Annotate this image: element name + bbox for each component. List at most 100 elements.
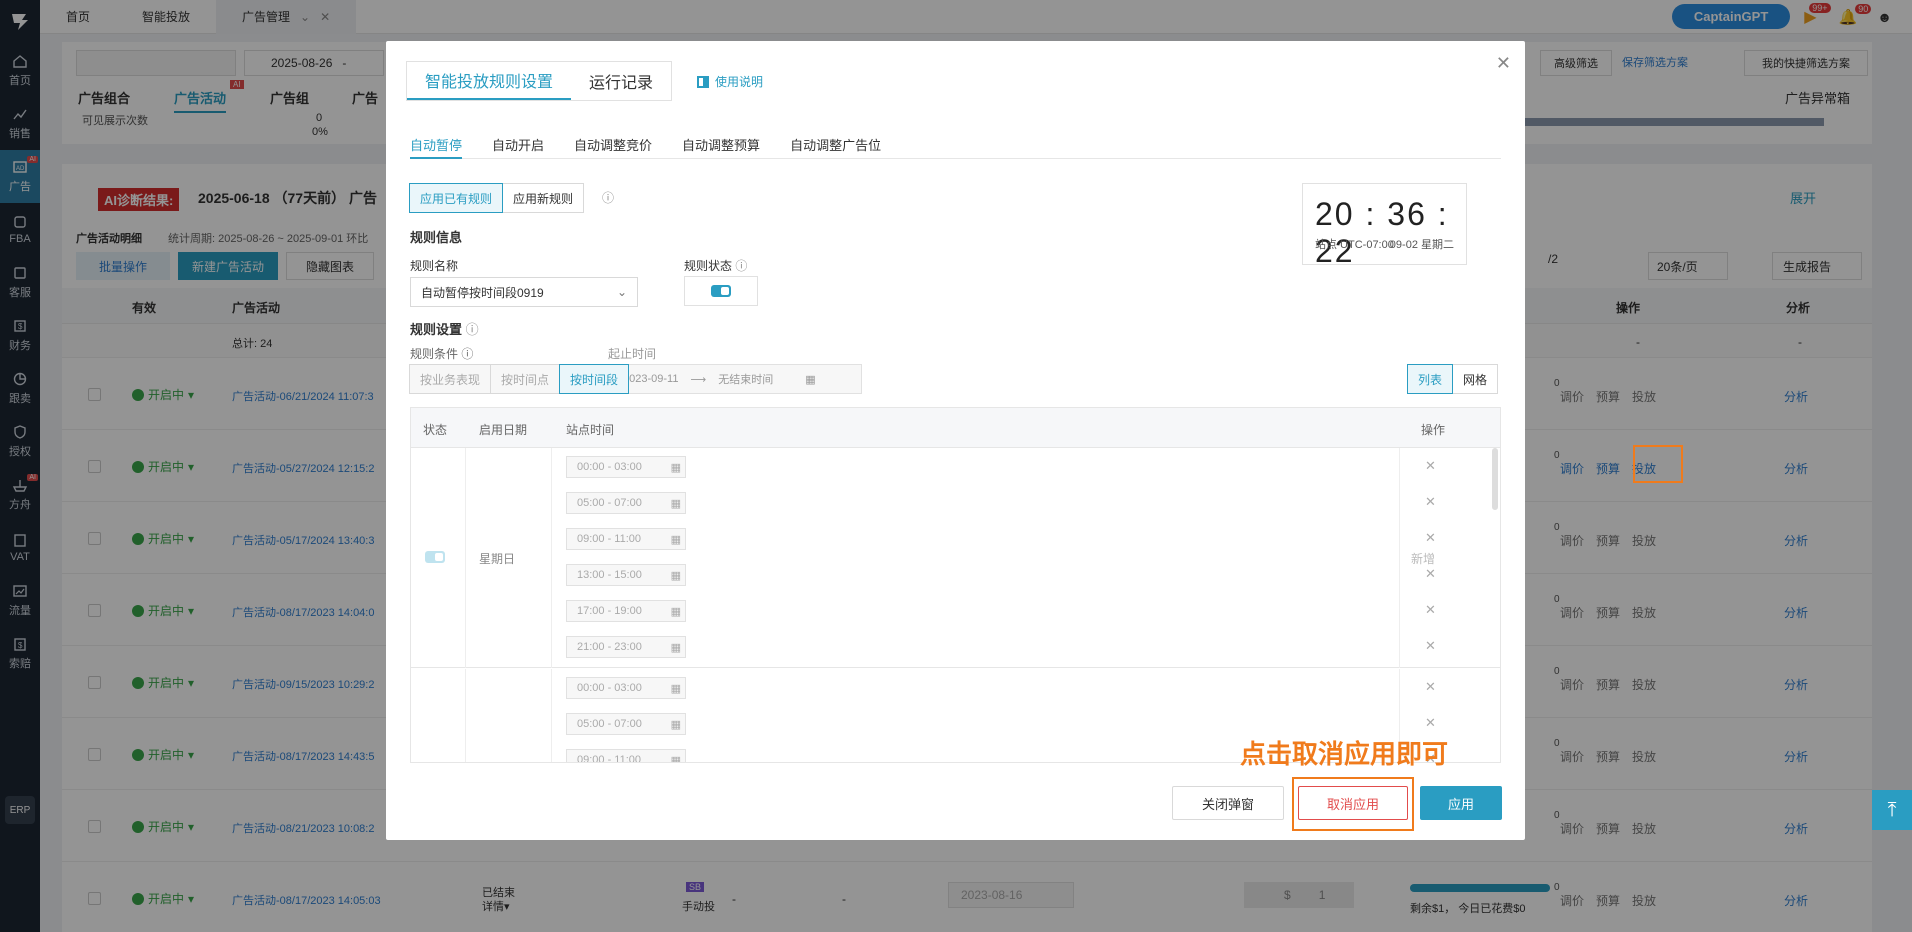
time-slot-field[interactable]: 05:00 - 07:00 ▦ xyxy=(566,713,686,735)
calendar-icon: ▦ xyxy=(670,683,681,695)
range-start: 2023-09-11 xyxy=(623,373,679,385)
calendar-icon: ▦ xyxy=(670,719,681,731)
condition-time-range[interactable]: 按时间段 xyxy=(559,364,630,394)
tab-rule-settings[interactable]: 智能投放规则设置 xyxy=(407,62,572,100)
remove-slot-icon[interactable]: ✕ xyxy=(1425,638,1436,654)
condition-time-point[interactable]: 按时间点 xyxy=(490,364,561,394)
time-slot-value: 09:00 - 11:00 xyxy=(577,754,642,763)
subtab-auto-pause[interactable]: 自动暂停 xyxy=(410,135,463,159)
info-icon[interactable]: ⓘ xyxy=(461,347,473,361)
clock-time: 20 : 36 : 22 xyxy=(1315,196,1449,269)
scrollbar[interactable] xyxy=(1492,448,1498,510)
rule-status-text: 规则状态 xyxy=(684,259,733,273)
apply-existing-rule[interactable]: 应用已有规则 xyxy=(409,183,504,213)
clock-date: 09-02 星期二 xyxy=(1389,239,1454,251)
calendar-icon: ▦ xyxy=(805,373,816,386)
info-icon[interactable]: ⓘ xyxy=(735,259,747,273)
remove-slot-icon[interactable]: ✕ xyxy=(1425,679,1436,695)
remove-slot-icon[interactable]: ✕ xyxy=(1425,530,1436,546)
time-slot-value: 00:00 - 03:00 xyxy=(577,682,642,694)
rule-type-tabs: 自动暂停 自动开启 自动调整竞价 自动调整预算 自动调整广告位 xyxy=(410,135,1501,159)
remove-slot-icon[interactable]: ✕ xyxy=(1425,494,1436,510)
schedule-table-header: 状态 启用日期 站点时间 操作 xyxy=(411,408,1500,448)
time-slot-value: 21:00 - 23:00 xyxy=(577,641,642,653)
rule-status-box xyxy=(684,276,758,306)
instruction-annotation: 点击取消应用即可 xyxy=(1240,739,1449,769)
time-slot-value: 05:00 - 07:00 xyxy=(577,718,642,730)
close-icon[interactable]: ✕ xyxy=(1496,53,1511,74)
time-slot-value: 05:00 - 07:00 xyxy=(577,497,642,509)
book-icon xyxy=(697,75,709,88)
modal-tabs: 智能投放规则设置 运行记录 xyxy=(406,61,673,101)
time-slot-value: 17:00 - 19:00 xyxy=(577,605,642,617)
clock-zone: 站点 UTC-07:00 xyxy=(1315,239,1394,251)
tab-run-log[interactable]: 运行记录 xyxy=(571,62,671,100)
range-end: 无结束时间 xyxy=(718,374,774,386)
time-slot-value: 09:00 - 11:00 xyxy=(577,533,642,545)
remove-slot-icon[interactable]: ✕ xyxy=(1425,715,1436,731)
rule-name-value: 自动暂停按时间段0919 xyxy=(421,285,544,300)
rule-settings-text: 规则设置 xyxy=(410,322,463,337)
time-slot-field[interactable]: 13:00 - 15:00 ▦ xyxy=(566,564,686,586)
section-rule-settings: 规则设置 ⓘ xyxy=(410,319,479,338)
time-slot-value: 13:00 - 15:00 xyxy=(577,569,642,581)
info-icon[interactable]: ⓘ xyxy=(602,189,614,206)
range-label: 起止时间 xyxy=(608,347,657,361)
remove-slot-icon[interactable]: ✕ xyxy=(1425,566,1436,582)
calendar-icon: ▦ xyxy=(670,570,681,582)
condition-toggle: 按业务表现 按时间点 按时间段 xyxy=(409,364,630,394)
rule-name-label: 规则名称 xyxy=(410,259,459,273)
subtab-auto-bid[interactable]: 自动调整竞价 xyxy=(574,135,652,159)
highlight-box-delivery xyxy=(1633,445,1683,483)
remove-slot-icon[interactable]: ✕ xyxy=(1425,602,1436,618)
apply-button[interactable]: 应用 xyxy=(1420,786,1502,820)
calendar-icon: ▦ xyxy=(670,462,681,474)
remove-slot-icon[interactable]: ✕ xyxy=(1425,458,1436,474)
calendar-icon: ▦ xyxy=(670,755,681,763)
subtab-auto-placement[interactable]: 自动调整广告位 xyxy=(790,135,881,159)
rule-status-toggle[interactable] xyxy=(711,285,731,297)
schedule-table: 状态 启用日期 站点时间 操作 星期日 新增 00:00 - 03:00 ▦ ✕ 05… xyxy=(410,407,1501,763)
time-slot-field[interactable]: 21:00 - 23:00 ▦ xyxy=(566,636,686,658)
rule-condition-text: 规则条件 xyxy=(410,347,459,361)
close-modal-button[interactable]: 关闭弹窗 xyxy=(1172,786,1284,820)
view-list[interactable]: 列表 xyxy=(1407,364,1454,394)
time-slot-field[interactable]: 00:00 - 03:00 ▦ xyxy=(566,456,686,478)
subtab-auto-start[interactable]: 自动开启 xyxy=(492,135,544,159)
calendar-icon: ▦ xyxy=(670,642,681,654)
col-ops: 操作 xyxy=(1421,423,1446,437)
calendar-icon: ▦ xyxy=(670,534,681,546)
apply-mode-toggle: 应用已有规则 应用新规则 xyxy=(409,183,585,213)
highlight-box-cancel xyxy=(1292,777,1414,831)
help-link[interactable]: 使用说明 xyxy=(696,73,763,90)
chevron-down-icon: ⌄ xyxy=(616,285,627,299)
add-slot-link[interactable]: 新增 xyxy=(1411,550,1435,567)
time-slot-field[interactable]: 09:00 - 11:00 ▦ xyxy=(566,528,686,550)
start-end-date-picker[interactable]: 2023-09-11 ⟶ 无结束时间 ▦ xyxy=(608,364,862,394)
view-toggle: 列表 网格 xyxy=(1407,364,1499,394)
day-label: 星期日 xyxy=(479,552,516,566)
calendar-icon: ▦ xyxy=(670,498,681,510)
info-icon[interactable]: ⓘ xyxy=(466,322,479,337)
time-slot-field[interactable]: 00:00 - 03:00 ▦ xyxy=(566,677,686,699)
time-slot-field[interactable]: 05:00 - 07:00 ▦ xyxy=(566,492,686,514)
day-toggle[interactable] xyxy=(425,551,445,563)
arrow-right-icon: ⟶ xyxy=(690,373,707,386)
condition-performance[interactable]: 按业务表现 xyxy=(409,364,492,394)
site-clock: 20 : 36 : 22 站点 UTC-07:00 09-02 星期二 xyxy=(1302,183,1467,269)
rule-condition-label: 规则条件 ⓘ xyxy=(410,345,473,362)
apply-new-rule[interactable]: 应用新规则 xyxy=(502,183,585,213)
col-date: 启用日期 xyxy=(479,423,528,437)
time-slot-value: 00:00 - 03:00 xyxy=(577,461,642,473)
back-to-top-button[interactable]: ⤒ xyxy=(1872,790,1912,830)
view-grid[interactable]: 网格 xyxy=(1452,364,1499,394)
help-label: 使用说明 xyxy=(715,75,764,89)
time-slot-field[interactable]: 17:00 - 19:00 ▦ xyxy=(566,600,686,622)
rule-status-label: 规则状态 ⓘ xyxy=(684,257,747,274)
subtab-auto-budget[interactable]: 自动调整预算 xyxy=(682,135,760,159)
smart-rule-modal: ✕ 智能投放规则设置 运行记录 使用说明 自动暂停 自动开启 自动调整竞价 自动… xyxy=(386,41,1525,840)
calendar-icon: ▦ xyxy=(670,606,681,618)
time-slot-field[interactable]: 09:00 - 11:00 ▦ xyxy=(566,749,686,763)
col-status: 状态 xyxy=(423,423,448,437)
rule-name-select[interactable]: 自动暂停按时间段0919 ⌄ xyxy=(410,277,638,307)
